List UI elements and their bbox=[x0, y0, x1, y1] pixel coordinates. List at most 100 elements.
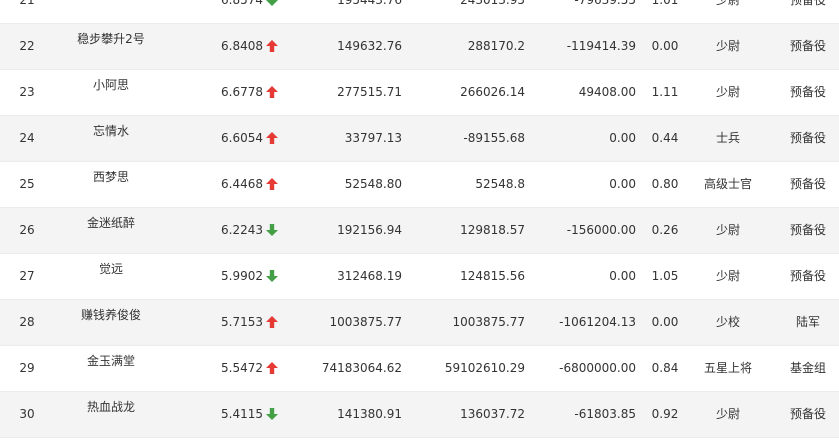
score-cell: 6.8408 bbox=[221, 39, 263, 53]
arrow-down-icon bbox=[266, 254, 280, 299]
title-cell: 少尉 bbox=[715, 85, 740, 99]
table-row[interactable]: 27 觉远 5.9902 312468.19 124815.56 0.00 1.05 少尉 预备… bbox=[0, 254, 839, 300]
title-cell: 少尉 bbox=[715, 223, 740, 237]
score-cell: 6.2243 bbox=[221, 223, 263, 237]
value-3-cell: 49408.00 bbox=[578, 85, 636, 99]
ratio-cell: 1.01 bbox=[651, 0, 679, 7]
score-cell: 5.5472 bbox=[221, 361, 263, 375]
status-cell: 预备役 bbox=[789, 223, 826, 237]
ratio-cell: 0.44 bbox=[651, 131, 679, 145]
value-2-cell: -89155.68 bbox=[463, 131, 525, 145]
status-cell: 预备役 bbox=[789, 407, 826, 421]
arrow-up-icon bbox=[266, 24, 280, 69]
arrow-down-icon bbox=[266, 392, 280, 437]
rank-cell: 22 bbox=[19, 39, 35, 53]
title-cell: 少尉 bbox=[715, 0, 740, 7]
score-cell: 6.4468 bbox=[221, 177, 263, 191]
title-cell: 高级士官 bbox=[703, 177, 752, 191]
value-2-cell: 266026.14 bbox=[460, 85, 525, 99]
table-row[interactable]: 21 茂名老陈哥 6.8574 195443.76 243013.95 -79639.55… bbox=[0, 0, 839, 24]
arrow-down-icon bbox=[266, 0, 280, 23]
value-1-cell: 1003875.77 bbox=[329, 315, 402, 329]
value-2-cell: 288170.2 bbox=[467, 39, 525, 53]
value-2-cell: 136037.72 bbox=[460, 407, 525, 421]
arrow-up-icon bbox=[266, 116, 280, 161]
arrow-down-icon bbox=[266, 208, 280, 253]
arrow-up-icon bbox=[266, 300, 280, 345]
ratio-cell: 0.00 bbox=[651, 315, 679, 329]
trader-name-cell[interactable]: 觉远 bbox=[70, 254, 152, 299]
value-2-cell: 243013.95 bbox=[460, 0, 525, 7]
rank-cell: 23 bbox=[19, 85, 35, 99]
trader-name-cell[interactable]: 金迷纸醉 bbox=[70, 208, 152, 253]
status-cell: 预备役 bbox=[789, 39, 826, 53]
ratio-cell: 1.11 bbox=[651, 85, 679, 99]
score-cell: 5.7153 bbox=[221, 315, 263, 329]
trader-name-cell[interactable]: 西梦思 bbox=[70, 162, 152, 207]
value-1-cell: 195443.76 bbox=[337, 0, 402, 7]
value-2-cell: 59102610.29 bbox=[444, 361, 525, 375]
status-cell: 预备役 bbox=[789, 131, 826, 145]
rank-cell: 25 bbox=[19, 177, 35, 191]
trader-name-cell[interactable]: 金玉满堂 bbox=[70, 346, 152, 391]
trader-name-cell[interactable]: 茂名老陈哥 bbox=[70, 0, 152, 23]
value-1-cell: 312468.19 bbox=[337, 269, 402, 283]
table-row[interactable]: 24 忘情水 6.6054 33797.13 -89155.68 0.00 0.44 士兵 预备… bbox=[0, 116, 839, 162]
table-row[interactable]: 25 西梦思 6.4468 52548.80 52548.8 0.00 0.80 高级士官 预备… bbox=[0, 162, 839, 208]
value-2-cell: 129818.57 bbox=[460, 223, 525, 237]
score-cell: 6.8574 bbox=[221, 0, 263, 7]
title-cell: 士兵 bbox=[715, 131, 740, 145]
title-cell: 少校 bbox=[715, 315, 740, 329]
value-1-cell: 52548.80 bbox=[344, 177, 402, 191]
rank-cell: 24 bbox=[19, 131, 35, 145]
value-3-cell: -6800000.00 bbox=[559, 361, 636, 375]
value-3-cell: 0.00 bbox=[609, 177, 636, 191]
status-cell: 预备役 bbox=[789, 177, 826, 191]
table-row[interactable]: 28 赚钱养俊俊 5.7153 1003875.77 1003875.77 -106120… bbox=[0, 300, 839, 346]
value-1-cell: 141380.91 bbox=[337, 407, 402, 421]
value-2-cell: 124815.56 bbox=[460, 269, 525, 283]
arrow-up-icon bbox=[266, 70, 280, 115]
value-3-cell: -119414.39 bbox=[566, 39, 636, 53]
value-3-cell: -156000.00 bbox=[566, 223, 636, 237]
trader-name-cell[interactable]: 赚钱养俊俊 bbox=[70, 300, 152, 345]
value-1-cell: 149632.76 bbox=[337, 39, 402, 53]
table-row[interactable]: 22 稳步攀升2号 6.8408 149632.76 288170.2 -119414.3… bbox=[0, 24, 839, 70]
trader-name-cell[interactable]: 忘情水 bbox=[70, 116, 152, 161]
trader-name-cell[interactable]: 稳步攀升2号 bbox=[70, 24, 152, 69]
value-1-cell: 192156.94 bbox=[337, 223, 402, 237]
table-row[interactable]: 30 热血战龙 5.4115 141380.91 136037.72 -61803.85 0… bbox=[0, 392, 839, 438]
arrow-up-icon bbox=[266, 162, 280, 207]
status-cell: 预备役 bbox=[789, 85, 826, 99]
ranking-table: 21 茂名老陈哥 6.8574 195443.76 243013.95 -79639.55… bbox=[0, 0, 839, 438]
value-2-cell: 1003875.77 bbox=[452, 315, 525, 329]
title-cell: 少尉 bbox=[715, 407, 740, 421]
title-cell: 少尉 bbox=[715, 39, 740, 53]
table-row[interactable]: 29 金玉满堂 5.5472 74183064.62 59102610.29 -68000… bbox=[0, 346, 839, 392]
ratio-cell: 0.00 bbox=[651, 39, 679, 53]
rank-cell: 27 bbox=[19, 269, 35, 283]
ratio-cell: 1.05 bbox=[651, 269, 679, 283]
rank-cell: 30 bbox=[19, 407, 35, 421]
score-cell: 6.6778 bbox=[221, 85, 263, 99]
trader-name-cell[interactable]: 热血战龙 bbox=[70, 392, 152, 437]
value-3-cell: -61803.85 bbox=[574, 407, 636, 421]
value-1-cell: 33797.13 bbox=[344, 131, 402, 145]
value-1-cell: 277515.71 bbox=[337, 85, 402, 99]
score-cell: 5.4115 bbox=[221, 407, 263, 421]
ratio-cell: 0.92 bbox=[651, 407, 679, 421]
table-row[interactable]: 23 小阿思 6.6778 277515.71 266026.14 49408.00 1.1… bbox=[0, 70, 839, 116]
title-cell: 五星上将 bbox=[703, 361, 752, 375]
title-cell: 少尉 bbox=[715, 269, 740, 283]
value-1-cell: 74183064.62 bbox=[321, 361, 402, 375]
ratio-cell: 0.80 bbox=[651, 177, 679, 191]
rank-cell: 26 bbox=[19, 223, 35, 237]
status-cell: 预备役 bbox=[789, 0, 826, 7]
value-2-cell: 52548.8 bbox=[475, 177, 525, 191]
rank-cell: 29 bbox=[19, 361, 35, 375]
table-row[interactable]: 26 金迷纸醉 6.2243 192156.94 129818.57 -156000.00… bbox=[0, 208, 839, 254]
value-3-cell: 0.00 bbox=[609, 131, 636, 145]
trader-name-cell[interactable]: 小阿思 bbox=[70, 70, 152, 115]
arrow-up-icon bbox=[266, 346, 280, 391]
value-3-cell: -1061204.13 bbox=[559, 315, 636, 329]
